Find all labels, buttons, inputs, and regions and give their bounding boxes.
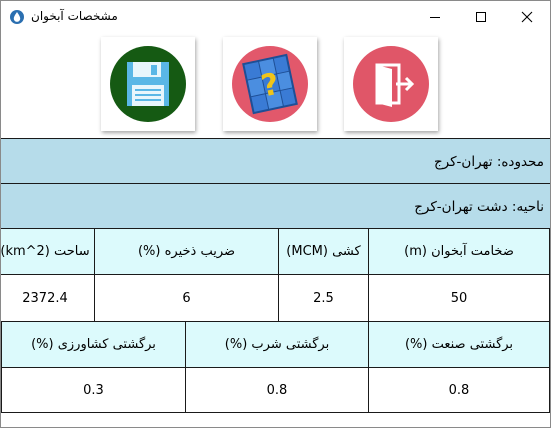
- app-icon: [9, 9, 25, 25]
- region-row: محدوده: تهران-کرج: [1, 138, 550, 184]
- value-kashi: 2.5: [278, 274, 369, 322]
- save-button[interactable]: [101, 37, 195, 131]
- area-label: ناحیه: دشت تهران-کرج: [414, 199, 544, 215]
- exit-button[interactable]: [344, 37, 438, 131]
- maximize-icon: [476, 12, 486, 22]
- value-industry-return: 0.8: [368, 367, 550, 413]
- value-storage-coefficient: 6: [94, 274, 279, 322]
- help-button[interactable]: ?: [223, 37, 317, 131]
- header-industry-return: برگشتی صنعت (%): [368, 321, 550, 368]
- floppy-disk-icon: [110, 46, 186, 122]
- header-agriculture-return: برگشتی کشاورزی (%): [1, 321, 186, 368]
- area-row: ناحیه: دشت تهران-کرج: [1, 183, 550, 229]
- header-storage-coefficient: ضریب ذخیره (%): [94, 228, 279, 275]
- title-bar: مشخصات آبخوان: [1, 1, 550, 33]
- toolbar: ?: [1, 33, 550, 137]
- region-label: محدوده: تهران-کرج: [433, 154, 544, 170]
- minimize-button[interactable]: [412, 1, 458, 33]
- aquifer-window: مشخصات آبخوان ? محدوده: تهران-کرج ناحیه:…: [0, 0, 551, 428]
- header-drinking-return: برگشتی شرب (%): [185, 321, 369, 368]
- close-button[interactable]: [504, 1, 550, 33]
- exit-door-icon: [353, 46, 429, 122]
- header-aquifer-thickness: ضخامت آبخوان (m): [368, 228, 550, 275]
- value-area: 2372.4: [1, 274, 95, 322]
- header-area: ساحت (km^2): [1, 228, 95, 275]
- maximize-button[interactable]: [458, 1, 504, 33]
- header-kashi: کشی (MCM): [278, 228, 369, 275]
- minimize-icon: [430, 17, 440, 18]
- value-agriculture-return: 0.3: [1, 367, 186, 413]
- help-question-icon: ?: [232, 46, 308, 122]
- close-icon: [521, 11, 533, 23]
- window-title: مشخصات آبخوان: [31, 9, 118, 23]
- value-aquifer-thickness: 50: [368, 274, 550, 322]
- value-drinking-return: 0.8: [185, 367, 369, 413]
